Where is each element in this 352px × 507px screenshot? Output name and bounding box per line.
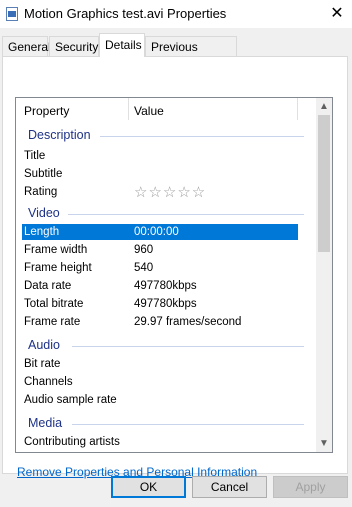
value-frame-width[interactable]: 960 — [134, 244, 153, 256]
group-divider — [72, 346, 304, 347]
tab-previous-versions[interactable]: Previous Versions — [145, 36, 237, 74]
prop-subtitle[interactable]: Subtitle — [24, 168, 62, 180]
prop-data-rate[interactable]: Data rate — [24, 280, 71, 292]
prop-frame-width[interactable]: Frame width — [24, 244, 87, 256]
prop-bit-rate[interactable]: Bit rate — [24, 358, 60, 370]
value-data-rate[interactable]: 497780kbps — [134, 280, 197, 292]
prop-contributing-artists[interactable]: Contributing artists — [24, 436, 120, 448]
column-divider-end[interactable] — [297, 98, 298, 120]
group-description[interactable]: Description — [28, 128, 91, 142]
prop-length[interactable]: Length — [24, 226, 59, 238]
prop-frame-rate[interactable]: Frame rate — [24, 316, 80, 328]
prop-channels[interactable]: Channels — [24, 376, 73, 388]
prop-audio-sample-rate[interactable]: Audio sample rate — [24, 394, 117, 406]
document-video-icon — [6, 7, 18, 21]
chevron-up-icon[interactable]: ▲ — [316, 98, 332, 115]
column-header: Property Value — [16, 98, 316, 124]
tab-general[interactable]: General — [2, 36, 51, 56]
value-frame-height[interactable]: 540 — [134, 262, 153, 274]
chevron-down-icon[interactable]: ▼ — [316, 435, 332, 452]
vertical-scrollbar[interactable]: ▲ ▼ — [316, 98, 332, 452]
prop-rating[interactable]: Rating — [24, 186, 57, 198]
rating-stars[interactable]: ☆☆☆☆☆ — [134, 183, 206, 201]
cancel-button[interactable]: Cancel — [192, 476, 267, 498]
group-divider — [100, 136, 304, 137]
group-media[interactable]: Media — [28, 416, 62, 430]
tab-details[interactable]: Details — [99, 33, 145, 57]
apply-button[interactable]: Apply — [273, 476, 348, 498]
group-audio[interactable]: Audio — [28, 338, 60, 352]
column-divider[interactable] — [128, 98, 129, 120]
details-panel: Property Value Description Title Subtitl… — [2, 56, 348, 479]
value-frame-rate[interactable]: 29.97 frames/second — [134, 316, 241, 328]
dialog-body: General Security Details Previous Versio… — [0, 28, 352, 507]
group-divider — [68, 214, 304, 215]
value-total-bitrate[interactable]: 497780kbps — [134, 298, 197, 310]
prop-title[interactable]: Title — [24, 150, 45, 162]
group-divider — [72, 424, 304, 425]
properties-list[interactable]: Property Value Description Title Subtitl… — [15, 97, 333, 453]
title-bar: Motion Graphics test.avi Properties ✕ — [0, 0, 352, 28]
value-length[interactable]: 00:00:00 — [134, 226, 179, 238]
prop-frame-height[interactable]: Frame height — [24, 262, 92, 274]
tab-security[interactable]: Security — [49, 36, 99, 56]
column-value[interactable]: Value — [134, 104, 164, 118]
prop-total-bitrate[interactable]: Total bitrate — [24, 298, 83, 310]
scrollbar-thumb[interactable] — [318, 115, 330, 252]
ok-button[interactable]: OK — [111, 476, 186, 498]
group-video[interactable]: Video — [28, 206, 60, 220]
column-property[interactable]: Property — [24, 104, 69, 118]
window-title: Motion Graphics test.avi Properties — [24, 6, 227, 21]
close-icon[interactable]: ✕ — [322, 0, 352, 28]
